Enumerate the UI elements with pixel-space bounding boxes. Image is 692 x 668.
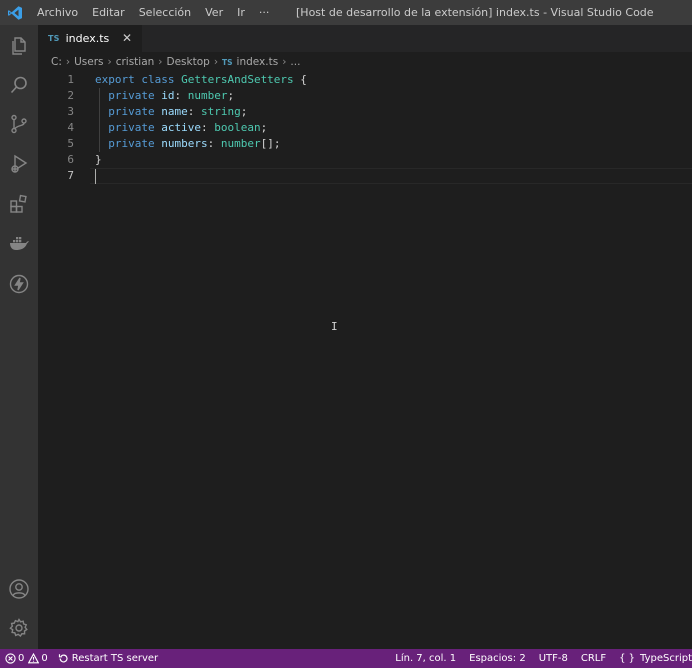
code-token: : xyxy=(207,137,221,150)
code-token: string xyxy=(200,105,241,118)
problems-indicator[interactable]: 0 0 xyxy=(0,649,53,668)
code-token: id xyxy=(161,89,175,102)
code-token: } xyxy=(95,153,102,166)
menu-ir[interactable]: Ir xyxy=(230,0,252,25)
chevron-right-icon: › xyxy=(213,56,219,68)
restart-ts-server-button[interactable]: Restart TS server xyxy=(53,649,163,668)
language-mode[interactable]: { } TypeScript xyxy=(614,649,692,668)
extensions-icon[interactable] xyxy=(0,185,38,223)
code-token: private xyxy=(95,105,162,118)
code-token: : xyxy=(200,121,215,134)
breadcrumb-item[interactable]: cristian xyxy=(116,56,155,68)
code-line[interactable]: private name: string; xyxy=(95,104,692,120)
explorer-icon[interactable] xyxy=(0,27,38,65)
code-token: { xyxy=(293,73,307,86)
code-editor[interactable]: 1 2 3 4 5 6 7 export class GettersAndSetters {… xyxy=(38,72,692,649)
code-token: private xyxy=(95,137,162,150)
code-token: []; xyxy=(260,137,281,150)
chevron-right-icon: › xyxy=(282,56,287,68)
code-token: name xyxy=(161,105,188,118)
line-number: 7 xyxy=(67,169,74,182)
menu-seleccion[interactable]: Selección xyxy=(132,0,198,25)
close-icon[interactable]: ✕ xyxy=(120,31,134,45)
source-control-icon[interactable] xyxy=(0,105,38,143)
status-bar: 0 0 Restart TS server Lín. 7, col. 1 Esp… xyxy=(0,649,692,668)
chevron-right-icon: › xyxy=(107,56,112,68)
restart-ts-server-label: Restart TS server xyxy=(71,653,159,664)
code-line[interactable]: private id: number; xyxy=(95,88,692,104)
warning-icon xyxy=(28,653,40,664)
warning-count: 0 xyxy=(41,653,48,664)
line-number: 3 xyxy=(67,105,74,118)
language-label: TypeScript xyxy=(640,653,692,664)
mouse-ibeam-cursor-icon: I xyxy=(331,320,338,333)
vscode-logo-icon[interactable] xyxy=(0,0,30,25)
braces-icon: { } xyxy=(619,653,636,664)
tab-label: index.ts xyxy=(65,32,110,45)
activity-bar xyxy=(0,25,38,649)
code-token: export class xyxy=(95,73,182,86)
chevron-right-icon: › xyxy=(158,56,163,68)
menu-editar[interactable]: Editar xyxy=(85,0,132,25)
error-icon xyxy=(5,653,16,664)
search-icon[interactable] xyxy=(0,66,38,104)
breadcrumb-item[interactable]: Users xyxy=(74,56,103,68)
title-bar: Archivo Editar Selección Ver Ir ··· [Hos… xyxy=(0,0,692,25)
eol-setting[interactable]: CRLF xyxy=(576,649,614,668)
docker-icon[interactable] xyxy=(0,224,38,262)
indentation-setting[interactable]: Espacios: 2 xyxy=(464,649,534,668)
tab-index-ts[interactable]: TS index.ts ✕ xyxy=(38,25,142,52)
lightning-icon[interactable] xyxy=(0,265,38,303)
window-title: [Host de desarrollo de la extensión] ind… xyxy=(296,6,654,19)
line-number: 6 xyxy=(67,153,74,166)
encoding-setting[interactable]: UTF-8 xyxy=(534,649,576,668)
code-token: number xyxy=(187,89,228,102)
text-cursor xyxy=(95,169,96,184)
line-number-gutter: 1 2 3 4 5 6 7 xyxy=(38,72,90,184)
line-number: 4 xyxy=(67,121,74,134)
code-line[interactable]: private numbers: number[]; xyxy=(95,136,692,152)
menu-bar: Archivo Editar Selección Ver Ir ··· xyxy=(30,0,276,25)
breadcrumb: C: › Users › cristian › Desktop › TS ind… xyxy=(38,52,692,72)
restart-icon xyxy=(58,654,68,663)
code-token: active xyxy=(161,121,201,134)
code-lines[interactable]: export class GettersAndSetters { private… xyxy=(95,72,692,184)
code-token: GettersAndSetters xyxy=(181,73,294,86)
code-line[interactable]: } xyxy=(95,152,692,168)
code-line[interactable] xyxy=(95,168,692,184)
line-number: 1 xyxy=(67,73,74,86)
code-token: : xyxy=(174,89,188,102)
code-token: ; xyxy=(227,89,235,102)
code-token: numbers xyxy=(161,137,208,150)
settings-gear-icon[interactable] xyxy=(0,609,38,647)
code-token: boolean xyxy=(214,121,261,134)
code-token: ; xyxy=(240,105,248,118)
menu-archivo[interactable]: Archivo xyxy=(30,0,85,25)
code-token: ; xyxy=(260,121,268,134)
account-icon[interactable] xyxy=(0,570,38,608)
cursor-position[interactable]: Lín. 7, col. 1 xyxy=(390,649,464,668)
typescript-file-icon: TS xyxy=(222,57,233,67)
code-token: number xyxy=(220,137,261,150)
breadcrumb-item[interactable]: C: xyxy=(51,56,62,68)
run-debug-icon[interactable] xyxy=(0,145,38,183)
code-line[interactable]: export class GettersAndSetters { xyxy=(95,72,692,88)
line-number: 2 xyxy=(67,89,74,102)
code-token: private xyxy=(95,121,162,134)
chevron-right-icon: › xyxy=(65,56,71,68)
code-line[interactable]: private active: boolean; xyxy=(95,120,692,136)
menu-more[interactable]: ··· xyxy=(252,0,277,25)
editor-tab-bar: TS index.ts ✕ xyxy=(38,25,692,52)
error-count: 0 xyxy=(18,653,25,664)
code-token: private xyxy=(95,89,162,102)
typescript-file-icon: TS xyxy=(48,34,60,43)
breadcrumb-file[interactable]: index.ts xyxy=(237,56,279,68)
menu-ver[interactable]: Ver xyxy=(198,0,230,25)
breadcrumb-symbols[interactable]: ... xyxy=(290,56,300,68)
code-token: : xyxy=(187,105,201,118)
breadcrumb-item[interactable]: Desktop xyxy=(167,56,210,68)
line-number: 5 xyxy=(67,137,74,150)
